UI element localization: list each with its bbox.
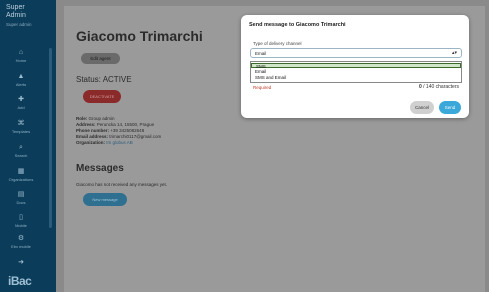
send-message-modal: Send message to Giacomo Trimarchi Type o…	[241, 15, 469, 118]
sidebar-item-label: Add	[17, 105, 25, 110]
edit-agent-button[interactable]: Edit agent	[81, 53, 120, 64]
send-button[interactable]: Send	[439, 101, 461, 114]
sidebar-item-templates[interactable]: ⌘ Templates	[0, 120, 42, 134]
sidebar-item-label: Organizations	[8, 177, 34, 182]
settings-icon: ⚙	[17, 235, 25, 242]
sidebar-item-label: Ebx mobile	[11, 244, 31, 249]
sidebar-brand: Super Admin Super admin	[0, 0, 56, 29]
status-label: Status:	[76, 75, 101, 84]
sidebar-item-add[interactable]: ✚ Add	[0, 96, 42, 110]
sidebar-item-label: Alerts	[15, 82, 27, 87]
delivery-channel-dropdown: SMS Email SMS and Email	[250, 61, 462, 83]
sidebar: Super Admin Super admin ⌂ Home ▲ Alerts …	[0, 0, 56, 292]
sidebar-item-search[interactable]: ⌕ Search	[0, 144, 42, 158]
sidebar-item-label: Mobile	[15, 223, 27, 228]
brand-title-line-1: Super	[6, 4, 25, 11]
character-counter: 0 / 140 characters	[419, 84, 459, 90]
counter-current: 0	[418, 84, 422, 90]
template-icon: ⌘	[17, 120, 25, 127]
delivery-channel-label: Type of delivery channel	[253, 41, 302, 46]
sidebar-item-organizations[interactable]: ▦ Organizations	[0, 168, 42, 182]
agent-info: Role: Group admin Address: Peruncka 14, …	[76, 116, 161, 146]
counter-max: / 140 characters	[423, 84, 459, 90]
sidebar-item-alerts[interactable]: ▲ Alerts	[0, 73, 42, 87]
sidebar-item-logout[interactable]: ➜	[0, 259, 42, 268]
messages-heading: Messages	[76, 163, 124, 174]
sidebar-item-mobile[interactable]: ▯ Mobile	[0, 214, 42, 228]
docs-icon: ▤	[17, 191, 25, 198]
chevron-down-icon: ▴▾	[451, 50, 457, 56]
sidebar-item-label: Templates	[11, 129, 31, 134]
alert-icon: ▲	[17, 73, 25, 80]
option-sms[interactable]: SMS	[251, 63, 461, 69]
delivery-channel-select[interactable]: Email ▴▾	[250, 48, 462, 58]
modal-title: Send message to Giacomo Trimarchi	[249, 22, 346, 28]
messages-empty-text: Giacomo has not received any messages ye…	[76, 182, 168, 187]
organization-icon: ▦	[17, 168, 25, 175]
sidebar-item-home[interactable]: ⌂ Home	[0, 49, 42, 63]
brand-subtitle: Super admin	[6, 22, 32, 27]
sidebar-item-label: Home	[15, 58, 27, 63]
sidebar-item-docs[interactable]: ▤ Docs	[0, 191, 42, 205]
sidebar-item-ebx-mobile[interactable]: ⚙ Ebx mobile	[0, 235, 42, 249]
new-message-button[interactable]: New message	[83, 193, 127, 206]
status-line: Status: ACTIVE	[76, 75, 132, 84]
add-icon: ✚	[18, 96, 24, 103]
brand-title-line-2: Admin	[6, 12, 26, 19]
search-icon: ⌕	[19, 144, 23, 151]
option-sms-and-email[interactable]: SMS and Email	[251, 75, 461, 80]
deactivate-button[interactable]: DEACTIVATE	[83, 90, 121, 103]
status-value: ACTIVE	[102, 75, 132, 84]
ibac-logo: iBac	[8, 274, 32, 288]
arrow-icon: ➜	[18, 259, 24, 266]
required-hint: Required	[253, 85, 272, 90]
mobile-icon: ▯	[19, 214, 23, 221]
cancel-button[interactable]: Cancel	[410, 101, 434, 114]
sidebar-item-label: Search	[14, 153, 28, 158]
organization-link[interactable]: Im globus AB	[106, 140, 133, 145]
home-icon: ⌂	[18, 49, 24, 56]
organization-row: Organization: Im globus AB	[76, 140, 133, 145]
sidebar-item-label: Docs	[16, 200, 26, 205]
page-title: Giacomo Trimarchi	[76, 28, 203, 44]
selected-value: Email	[255, 51, 267, 56]
sidebar-scrollbar[interactable]	[49, 48, 52, 228]
option-email[interactable]: Email	[251, 69, 461, 74]
